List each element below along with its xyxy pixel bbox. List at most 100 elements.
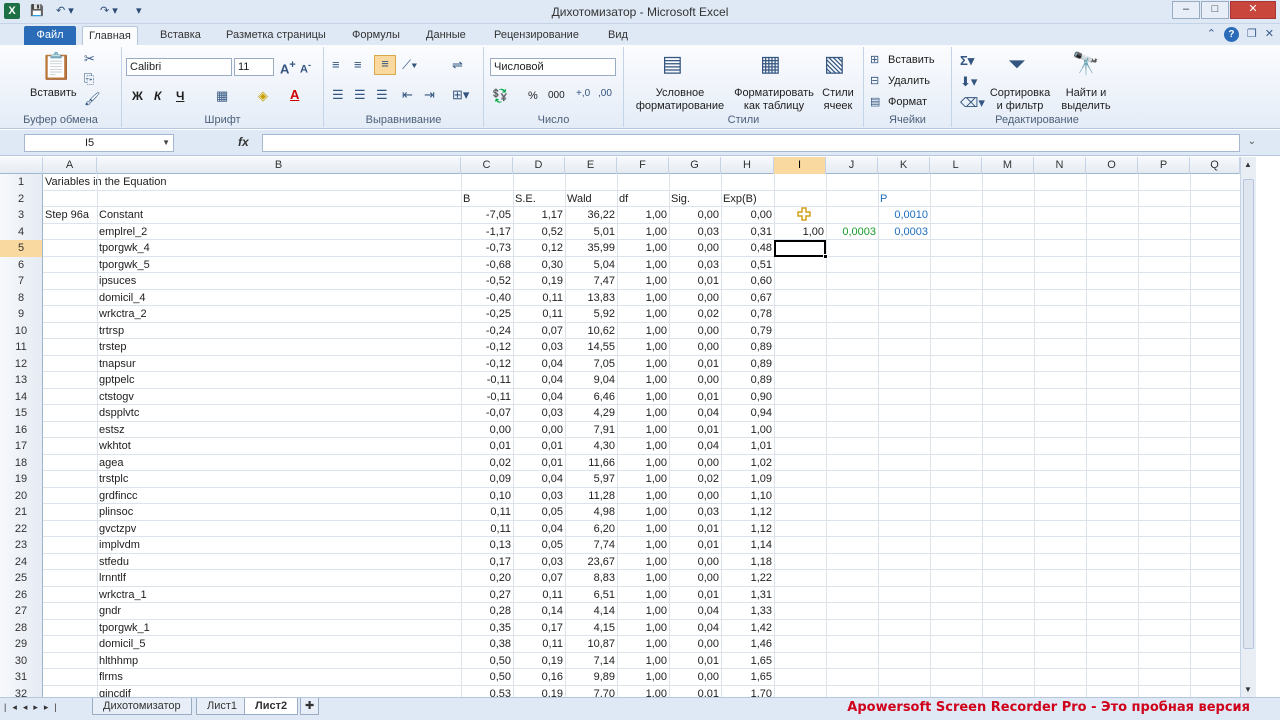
- cell-f4[interactable]: 1,00: [617, 224, 669, 241]
- cell-b20[interactable]: grdfincc: [97, 488, 140, 505]
- cell-e11[interactable]: 14,55: [565, 339, 617, 356]
- cell-d4[interactable]: 0,52: [513, 224, 565, 241]
- insert-sheet-icon[interactable]: ✚: [300, 698, 320, 715]
- cell-e6[interactable]: 5,04: [565, 257, 617, 274]
- cell-g13[interactable]: 0,00: [669, 372, 721, 389]
- column-header-e[interactable]: E: [565, 157, 617, 174]
- cell-d11[interactable]: 0,03: [513, 339, 565, 356]
- align-middle-icon[interactable]: ≡: [354, 57, 362, 72]
- row-header[interactable]: 31: [0, 669, 43, 686]
- cell-h9[interactable]: 0,78: [721, 306, 774, 323]
- cell-h12[interactable]: 0,89: [721, 356, 774, 373]
- format-as-table-icon[interactable]: ▦: [760, 51, 781, 77]
- cell-d5[interactable]: 0,12: [513, 240, 565, 257]
- cell-d3[interactable]: 1,17: [513, 207, 565, 224]
- align-right-icon[interactable]: ☰: [376, 87, 388, 103]
- cell-f5[interactable]: 1,00: [617, 240, 669, 257]
- collapse-ribbon-icon[interactable]: ⌃: [1207, 27, 1216, 42]
- cell-c17[interactable]: 0,01: [461, 438, 513, 455]
- cell-d23[interactable]: 0,05: [513, 537, 565, 554]
- cell-g25[interactable]: 0,00: [669, 570, 721, 587]
- vertical-scrollbar[interactable]: ▲ ▼: [1240, 157, 1256, 697]
- column-header-i[interactable]: I: [774, 157, 826, 174]
- cell-c30[interactable]: 0,50: [461, 653, 513, 670]
- cell-c14[interactable]: -0,11: [461, 389, 513, 406]
- cell-d26[interactable]: 0,11: [513, 587, 565, 604]
- cell-b21[interactable]: plinsoc: [97, 504, 135, 521]
- cell-c13[interactable]: -0,11: [461, 372, 513, 389]
- percent-button[interactable]: %: [528, 90, 538, 102]
- delete-cells-button[interactable]: Удалить: [888, 75, 930, 87]
- cell-c4[interactable]: -1,17: [461, 224, 513, 241]
- cell-e23[interactable]: 7,74: [565, 537, 617, 554]
- cell-b6[interactable]: tporgwk_5: [97, 257, 152, 274]
- row-header[interactable]: 8: [0, 289, 43, 306]
- conditional-formatting-button[interactable]: Условное форматирование: [628, 87, 732, 113]
- fill-color-icon[interactable]: ◈: [258, 88, 268, 104]
- cell-g19[interactable]: 0,02: [669, 471, 721, 488]
- cell-c27[interactable]: 0,28: [461, 603, 513, 620]
- cell-d7[interactable]: 0,19: [513, 273, 565, 290]
- paste-icon[interactable]: 📋: [40, 51, 72, 82]
- row-header[interactable]: 9: [0, 306, 43, 323]
- cell-d8[interactable]: 0,11: [513, 290, 565, 307]
- conditional-formatting-icon[interactable]: ▤: [662, 51, 683, 77]
- merge-center-icon[interactable]: ⊞▾: [452, 87, 469, 103]
- cell-h4[interactable]: 0,31: [721, 224, 774, 241]
- row-header[interactable]: 18: [0, 454, 43, 471]
- cell-g6[interactable]: 0,03: [669, 257, 721, 274]
- insert-function-button[interactable]: fx: [238, 135, 249, 149]
- cell-g7[interactable]: 0,01: [669, 273, 721, 290]
- row-header[interactable]: 26: [0, 586, 43, 603]
- cell-f7[interactable]: 1,00: [617, 273, 669, 290]
- cell-b12[interactable]: tnapsur: [97, 356, 138, 373]
- cell-g2[interactable]: Sig.: [669, 191, 692, 208]
- column-header-k[interactable]: K: [878, 157, 930, 174]
- cell-a3[interactable]: Step 96a: [43, 207, 91, 224]
- cell-e3[interactable]: 36,22: [565, 207, 617, 224]
- row-header[interactable]: 1: [0, 174, 43, 191]
- row-header[interactable]: 27: [0, 603, 43, 620]
- cell-f25[interactable]: 1,00: [617, 570, 669, 587]
- cell-h27[interactable]: 1,33: [721, 603, 774, 620]
- row-header[interactable]: 6: [0, 256, 43, 273]
- cell-f27[interactable]: 1,00: [617, 603, 669, 620]
- minimize-button[interactable]: –: [1172, 1, 1200, 19]
- cell-b7[interactable]: ipsuces: [97, 273, 138, 290]
- cell-f21[interactable]: 1,00: [617, 504, 669, 521]
- cell-g14[interactable]: 0,01: [669, 389, 721, 406]
- cell-c20[interactable]: 0,10: [461, 488, 513, 505]
- cell-f22[interactable]: 1,00: [617, 521, 669, 538]
- sheet-nav-arrows-icon[interactable]: |◂◂▸▸|: [4, 702, 63, 713]
- cell-h17[interactable]: 1,01: [721, 438, 774, 455]
- cell-g26[interactable]: 0,01: [669, 587, 721, 604]
- cell-b18[interactable]: agea: [97, 455, 125, 472]
- cell-d21[interactable]: 0,05: [513, 504, 565, 521]
- cell-h2[interactable]: Exp(B): [721, 191, 759, 208]
- column-header-h[interactable]: H: [721, 157, 774, 174]
- row-header[interactable]: 11: [0, 339, 43, 356]
- help-icon[interactable]: ?: [1223, 27, 1239, 42]
- format-as-table-button[interactable]: Форматировать как таблицу: [732, 87, 816, 113]
- worksheet-grid[interactable]: ABCDEFGHIJKLMNOPQ 1 Variables in the Equa…: [0, 157, 1240, 697]
- cell-f29[interactable]: 1,00: [617, 636, 669, 653]
- cell-b14[interactable]: ctstogv: [97, 389, 136, 406]
- cell-k2[interactable]: P: [878, 191, 889, 208]
- cell-b24[interactable]: stfedu: [97, 554, 131, 571]
- cell-f14[interactable]: 1,00: [617, 389, 669, 406]
- cell-g5[interactable]: 0,00: [669, 240, 721, 257]
- cell-e18[interactable]: 11,66: [565, 455, 617, 472]
- cell-c8[interactable]: -0,40: [461, 290, 513, 307]
- row-header[interactable]: 30: [0, 652, 43, 669]
- sheet-tab-list1[interactable]: Лист1: [196, 698, 249, 715]
- cell-c5[interactable]: -0,73: [461, 240, 513, 257]
- cell-h21[interactable]: 1,12: [721, 504, 774, 521]
- cell-f19[interactable]: 1,00: [617, 471, 669, 488]
- cell-d22[interactable]: 0,04: [513, 521, 565, 538]
- sheet-tab-list2[interactable]: Лист2: [244, 698, 299, 715]
- cell-d25[interactable]: 0,07: [513, 570, 565, 587]
- cell-e32[interactable]: 7,70: [565, 686, 617, 698]
- cell-e7[interactable]: 7,47: [565, 273, 617, 290]
- cell-i4[interactable]: 1,00: [774, 224, 826, 241]
- cell-k4[interactable]: 0,0003: [878, 224, 930, 241]
